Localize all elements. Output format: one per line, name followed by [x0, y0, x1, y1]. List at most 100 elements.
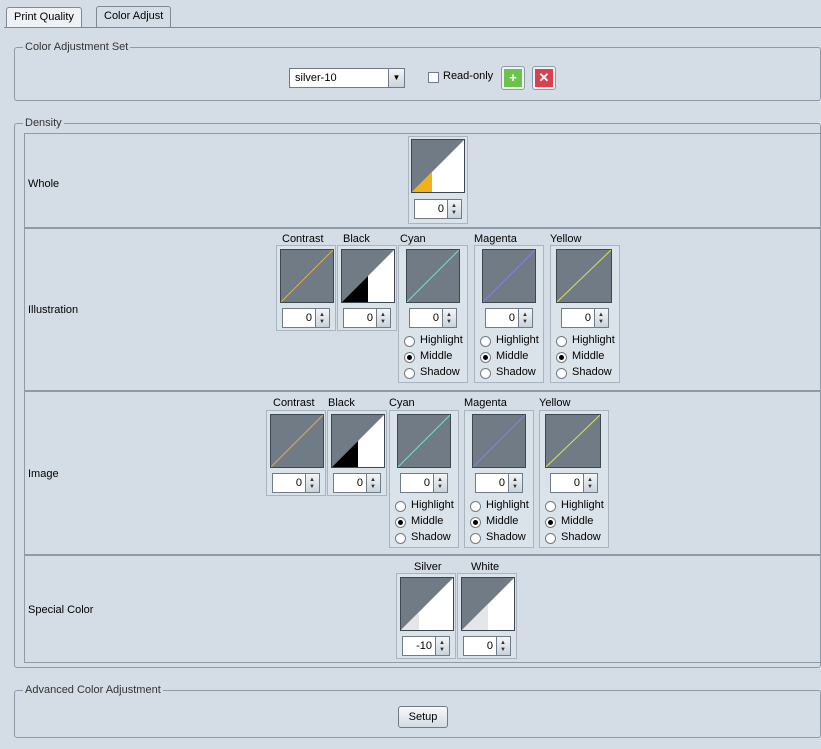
add-set-button[interactable]: + — [501, 66, 525, 90]
white-cell: 0 ▲ ▼ — [457, 573, 517, 659]
illus-magenta-cell: 0 ▲ ▼ Highlight Middle Shadow — [474, 245, 544, 383]
white-curve-graph[interactable] — [461, 577, 515, 631]
cyan-curve-graph[interactable] — [397, 414, 451, 468]
illus-black-cell: 0 ▲ ▼ — [337, 245, 397, 331]
contrast-spinner[interactable]: 0 ▲ ▼ — [282, 308, 330, 328]
magenta-shadow-radio[interactable] — [470, 533, 481, 544]
radio-label: Highlight — [486, 499, 529, 511]
spinner-value: 0 — [432, 312, 439, 324]
black-spinner[interactable]: 0 ▲ ▼ — [333, 473, 381, 493]
col-contrast: Contrast — [273, 397, 315, 409]
setup-button[interactable]: Setup — [398, 706, 448, 728]
col-black: Black — [328, 397, 355, 409]
row-label-special-color: Special Color — [28, 604, 94, 616]
whole-curve-graph[interactable] — [411, 139, 465, 193]
yellow-curve-graph[interactable] — [545, 414, 601, 468]
readonly-label: Read-only — [443, 70, 494, 82]
spinner-arrows-icon[interactable]: ▲ ▼ — [508, 474, 522, 492]
magenta-curve-graph[interactable] — [472, 414, 526, 468]
illus-yellow-cell: 0 ▲ ▼ Highlight Middle Shadow — [550, 245, 620, 383]
radio-label: Shadow — [420, 366, 460, 378]
yellow-highlight-radio[interactable] — [545, 501, 556, 512]
cyan-spinner[interactable]: 0 ▲ ▼ — [409, 308, 457, 328]
col-white: White — [471, 561, 500, 573]
col-yellow: Yellow — [539, 397, 571, 409]
magenta-middle-radio[interactable] — [470, 517, 481, 528]
col-yellow: Yellow — [550, 233, 582, 245]
cyan-shadow-radio[interactable] — [404, 368, 415, 379]
spinner-arrows-icon[interactable]: ▲ ▼ — [435, 637, 449, 655]
readonly-checkbox[interactable] — [428, 72, 439, 83]
black-curve-graph[interactable] — [331, 414, 385, 468]
silver-curve-graph[interactable] — [400, 577, 454, 631]
contrast-curve-graph[interactable] — [280, 249, 334, 303]
radio-label: Shadow — [496, 366, 536, 378]
yellow-curve-graph[interactable] — [556, 249, 612, 303]
spinner-arrows-icon[interactable]: ▲ ▼ — [518, 309, 532, 327]
spinner-arrows-icon[interactable]: ▲ ▼ — [433, 474, 447, 492]
yellow-highlight-radio[interactable] — [556, 336, 567, 347]
cyan-shadow-radio[interactable] — [395, 533, 406, 544]
yellow-spinner[interactable]: 0 ▲ ▼ — [561, 308, 609, 328]
spinner-arrows-icon[interactable]: ▲ ▼ — [447, 200, 461, 218]
selected-set: silver-10 — [295, 72, 337, 84]
spinner-arrows-icon[interactable]: ▲ ▼ — [583, 474, 597, 492]
cyan-highlight-radio[interactable] — [395, 501, 406, 512]
image-magenta-cell: 0 ▲ ▼ Highlight Middle Shadow — [464, 410, 534, 548]
silver-spinner[interactable]: -10 ▲ ▼ — [402, 636, 450, 656]
silver-cell: -10 ▲ ▼ — [396, 573, 456, 659]
chevron-down-icon[interactable]: ▼ — [388, 69, 404, 87]
image-black-cell: 0 ▲ ▼ — [327, 410, 387, 496]
radio-label: Highlight — [561, 499, 604, 511]
spinner-arrows-icon[interactable]: ▲ ▼ — [496, 637, 510, 655]
magenta-spinner[interactable]: 0 ▲ ▼ — [485, 308, 533, 328]
magenta-shadow-radio[interactable] — [480, 368, 491, 379]
tab-bar: Print Quality Color Adjust — [0, 0, 821, 28]
cyan-middle-radio[interactable] — [395, 517, 406, 528]
spinner-arrows-icon[interactable]: ▲ ▼ — [305, 474, 319, 492]
magenta-highlight-radio[interactable] — [480, 336, 491, 347]
col-contrast: Contrast — [282, 233, 324, 245]
cyan-spinner[interactable]: 0 ▲ ▼ — [400, 473, 448, 493]
yellow-shadow-radio[interactable] — [545, 533, 556, 544]
white-spinner[interactable]: 0 ▲ ▼ — [463, 636, 511, 656]
magenta-highlight-radio[interactable] — [470, 501, 481, 512]
spinner-arrows-icon[interactable]: ▲ ▼ — [442, 309, 456, 327]
cyan-middle-radio[interactable] — [404, 352, 415, 363]
cyan-curve-graph[interactable] — [406, 249, 460, 303]
spinner-value: 0 — [295, 477, 302, 489]
spinner-arrows-icon[interactable]: ▲ ▼ — [366, 474, 380, 492]
magenta-middle-radio[interactable] — [480, 352, 491, 363]
adjustment-set-select[interactable]: silver-10 ▼ — [289, 68, 405, 88]
yellow-spinner[interactable]: 0 ▲ ▼ — [550, 473, 598, 493]
radio-label: Shadow — [486, 531, 526, 543]
spinner-value: 0 — [437, 203, 444, 215]
x-icon: ✕ — [535, 69, 553, 87]
yellow-shadow-radio[interactable] — [556, 368, 567, 379]
group-title: Density — [23, 117, 64, 130]
radio-label: Middle — [411, 515, 444, 527]
tab-color-adjust[interactable]: Color Adjust — [96, 6, 172, 28]
magenta-curve-graph[interactable] — [482, 249, 536, 303]
col-silver: Silver — [414, 561, 442, 573]
contrast-spinner[interactable]: 0 ▲ ▼ — [272, 473, 320, 493]
radio-label: Middle — [420, 350, 453, 362]
tab-print-quality[interactable]: Print Quality — [6, 7, 82, 27]
cyan-highlight-radio[interactable] — [404, 336, 415, 347]
black-curve-graph[interactable] — [341, 249, 395, 303]
radio-label: Highlight — [420, 334, 463, 346]
radio-label: Middle — [486, 515, 519, 527]
whole-value-spinner[interactable]: 0 ▲ ▼ — [414, 199, 462, 219]
yellow-middle-radio[interactable] — [556, 352, 567, 363]
spinner-arrows-icon[interactable]: ▲ ▼ — [594, 309, 608, 327]
magenta-spinner[interactable]: 0 ▲ ▼ — [475, 473, 523, 493]
spinner-arrows-icon[interactable]: ▲ ▼ — [376, 309, 390, 327]
spinner-arrows-icon[interactable]: ▲ ▼ — [315, 309, 329, 327]
yellow-middle-radio[interactable] — [545, 517, 556, 528]
radio-label: Middle — [496, 350, 529, 362]
black-spinner[interactable]: 0 ▲ ▼ — [343, 308, 391, 328]
contrast-curve-graph[interactable] — [270, 414, 324, 468]
image-cyan-cell: 0 ▲ ▼ Highlight Middle Shadow — [389, 410, 459, 548]
col-magenta: Magenta — [464, 397, 507, 409]
delete-set-button[interactable]: ✕ — [532, 66, 556, 90]
